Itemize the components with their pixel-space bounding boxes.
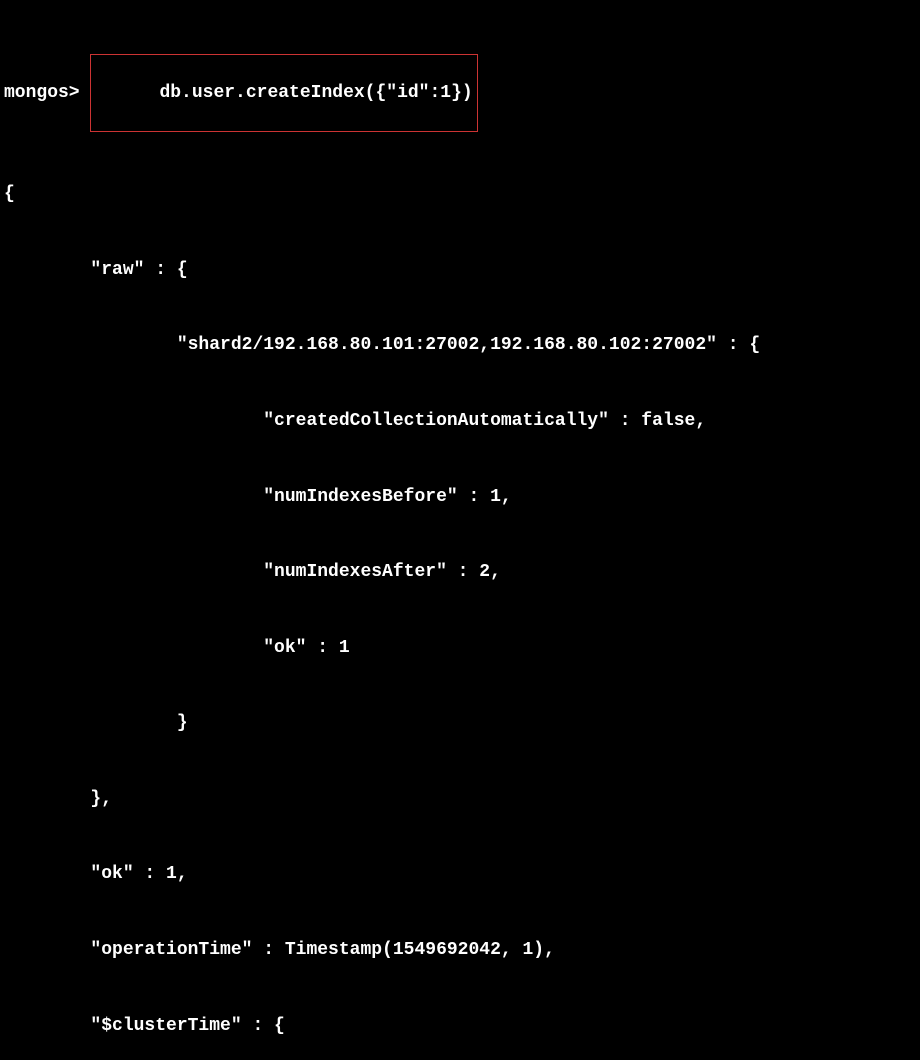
output-line: "raw" : {: [4, 258, 916, 283]
output-line: "shard2/192.168.80.101:27002,192.168.80.…: [4, 333, 916, 358]
output-line: "$clusterTime" : {: [4, 1014, 916, 1039]
output-line: "operationTime" : Timestamp(1549692042, …: [4, 938, 916, 963]
output-line: },: [4, 787, 916, 812]
command-text: db.user.createIndex({"id":1}): [159, 83, 472, 103]
output-line: "ok" : 1: [4, 636, 916, 661]
output-line: {: [4, 182, 916, 207]
output-line: "createdCollectionAutomatically" : false…: [4, 409, 916, 434]
output-line: "ok" : 1,: [4, 862, 916, 887]
command-highlight-box: db.user.createIndex({"id":1}): [90, 54, 478, 132]
terminal[interactable]: mongos> db.user.createIndex({"id":1}) { …: [4, 4, 916, 1060]
shell-prompt: mongos>: [4, 81, 80, 106]
output-line: }: [4, 711, 916, 736]
command-line: mongos> db.user.createIndex({"id":1}): [4, 54, 916, 132]
output-line: "numIndexesBefore" : 1,: [4, 485, 916, 510]
output-line: "numIndexesAfter" : 2,: [4, 560, 916, 585]
